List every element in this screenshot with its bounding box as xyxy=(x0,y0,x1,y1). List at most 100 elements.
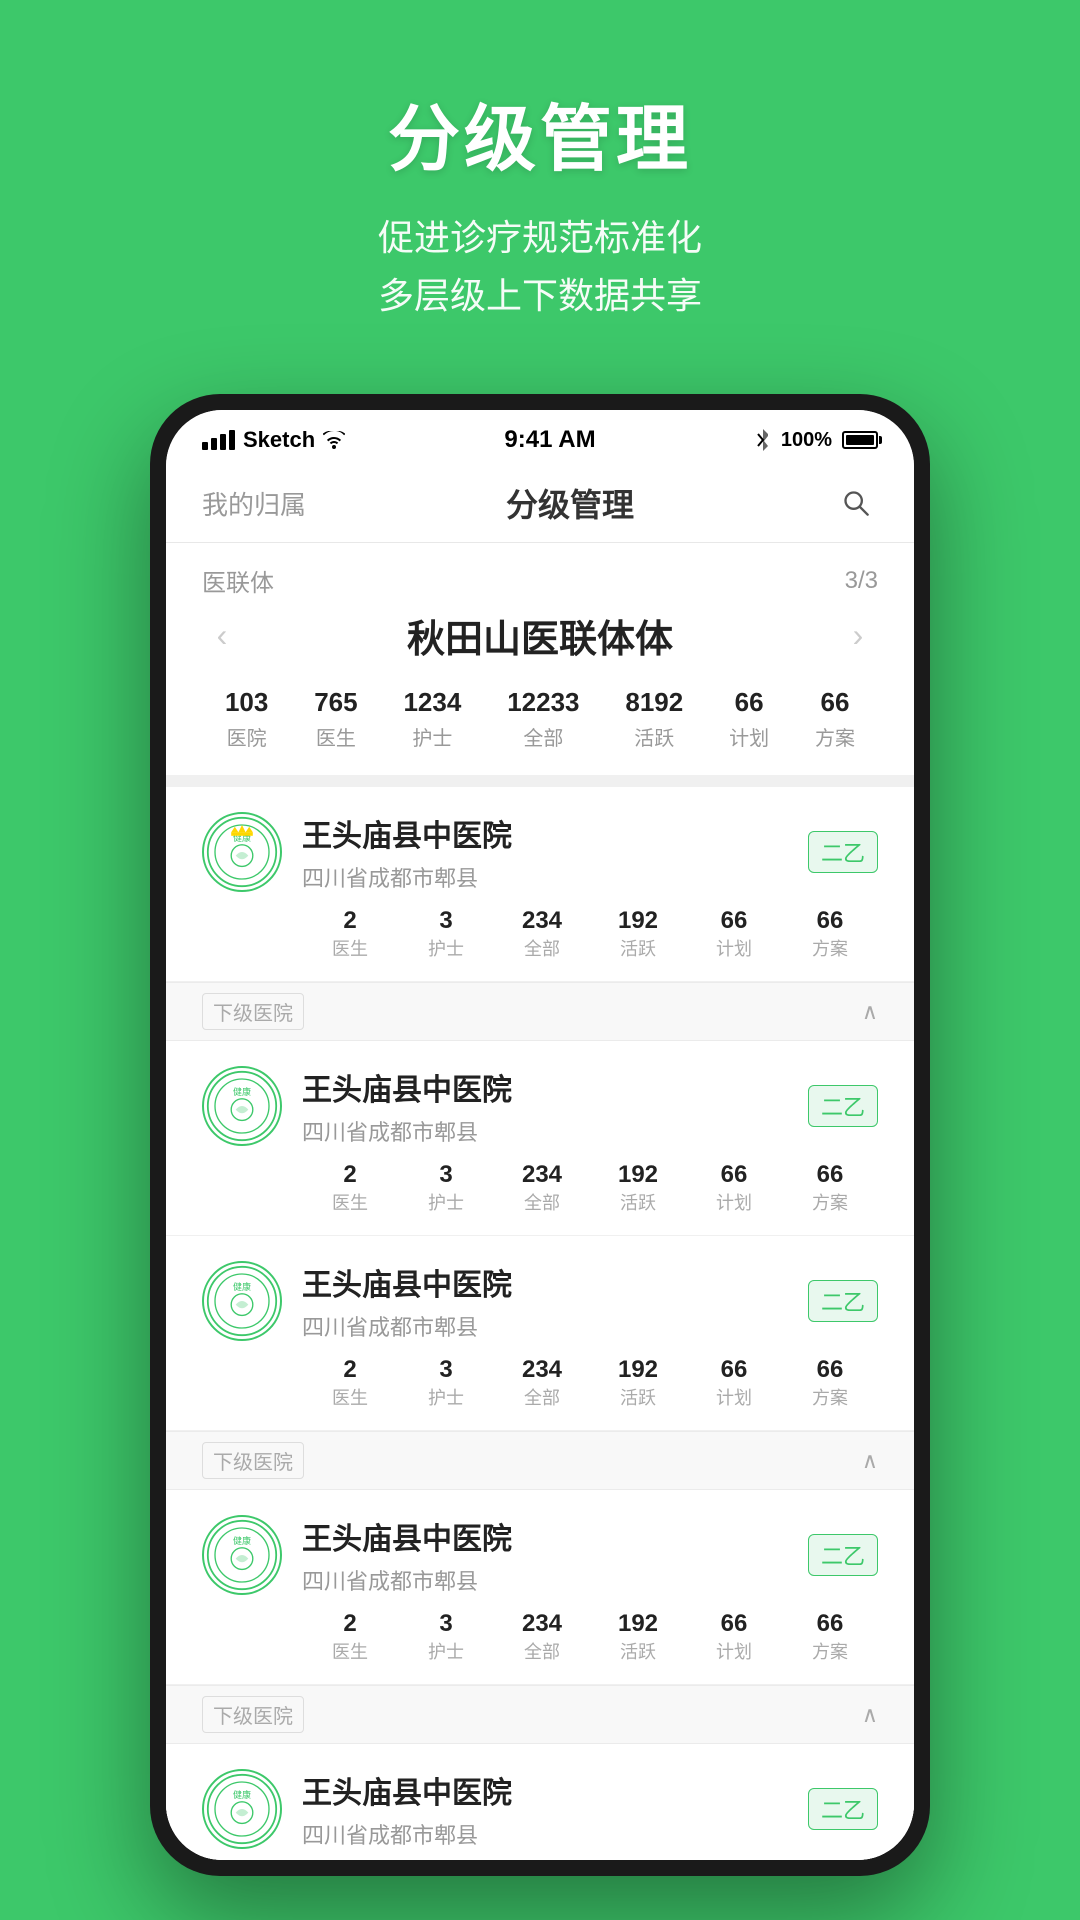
alliance-page: 3/3 xyxy=(845,567,878,595)
hospital-name-3: 王头庙县中医院 xyxy=(302,1260,788,1304)
battery-icon xyxy=(842,431,878,449)
hospital-card-4[interactable]: 健康 王头庙县中医院 四川省成都市郫县 二乙 xyxy=(166,1490,914,1685)
page-subtitle: 促进诊疗规范标准化 多层级上下数据共享 xyxy=(40,209,1040,324)
page-header: 分级管理 促进诊疗规范标准化 多层级上下数据共享 xyxy=(0,0,1080,364)
hospital-badge-1: 二乙 xyxy=(808,831,878,873)
signal-bar-2 xyxy=(211,438,217,450)
alliance-nav: ‹ 秋田山医联体体 › xyxy=(202,608,878,663)
hospital-logo-svg-5: 健康 xyxy=(206,1773,278,1845)
hospital-main-2: 健康 王头庙县中医院 四川省成都市郫县 二乙 xyxy=(202,1065,878,1147)
hospital-address-2: 四川省成都市郫县 xyxy=(302,1115,788,1147)
sub-divider-3[interactable]: 下级医院 ∧ xyxy=(166,1685,914,1744)
hospital-name-1: 王头庙县中医院 xyxy=(302,811,788,855)
stat-plan-label: 计划 xyxy=(729,722,769,751)
hospital-logo-5: 健康 xyxy=(202,1769,282,1849)
hospital-stats-2: 2 医生 3 护士 234 全部 192 活跃 xyxy=(302,1161,878,1215)
hospital-stats-4: 2 医生 3 护士 234 全部 192 活跃 xyxy=(302,1610,878,1664)
hospital-name-2: 王头庙县中医院 xyxy=(302,1065,788,1109)
stat-doctors: 765 医生 xyxy=(314,687,357,751)
hospital-badge-4: 二乙 xyxy=(808,1534,878,1576)
svg-text:健康: 健康 xyxy=(233,1535,251,1546)
hospital-logo-svg-2: 健康 xyxy=(206,1070,278,1142)
search-icon xyxy=(842,489,870,517)
hospital-logo-svg-1: 健康 xyxy=(206,816,278,888)
stat-active-label: 活跃 xyxy=(634,722,674,751)
status-bar: Sketch 9:41 AM 100% xyxy=(166,410,914,464)
nav-bar: 我的归属 分级管理 xyxy=(166,464,914,543)
collapse-icon-3[interactable]: ∧ xyxy=(862,1702,878,1728)
sub-divider-1[interactable]: 下级医院 ∧ xyxy=(166,982,914,1041)
h1-stat-nurses: 3 护士 xyxy=(398,907,494,961)
hospital-name-4: 王头庙县中医院 xyxy=(302,1514,788,1558)
hospital-address-4: 四川省成都市郫县 xyxy=(302,1564,788,1596)
hospital-card-5[interactable]: 健康 王头庙县中医院 四川省成都市郫县 二乙 xyxy=(166,1744,914,1860)
h1-stat-all: 234 全部 xyxy=(494,907,590,961)
collapse-icon-1[interactable]: ∧ xyxy=(862,999,878,1025)
alliance-label: 医联体 xyxy=(202,563,274,598)
sub-label-2: 下级医院 xyxy=(202,1442,304,1479)
hospital-main-5: 健康 王头庙县中医院 四川省成都市郫县 二乙 xyxy=(202,1768,878,1850)
stat-nurses-label: 护士 xyxy=(412,722,452,751)
page-title-main: 分级管理 xyxy=(40,80,1040,185)
sub-divider-2[interactable]: 下级医院 ∧ xyxy=(166,1431,914,1490)
hospital-card-3[interactable]: 健康 王头庙县中医院 四川省成都市郫县 二乙 xyxy=(166,1236,914,1431)
hospital-info-1: 王头庙县中医院 四川省成都市郫县 xyxy=(302,811,788,893)
back-button[interactable]: 我的归属 xyxy=(202,485,306,522)
stat-hospitals: 103 医院 xyxy=(225,687,268,751)
signal-bar-4 xyxy=(229,430,235,450)
next-arrow[interactable]: › xyxy=(838,617,878,654)
hospital-logo-4: 健康 xyxy=(202,1515,282,1595)
stat-plan-value: 66 xyxy=(735,687,764,718)
stat-hospitals-label: 医院 xyxy=(227,722,267,751)
alliance-header: 医联体 3/3 xyxy=(202,563,878,598)
hospital-main-1: 健康 王头庙县中医院 四 xyxy=(202,811,878,893)
hospital-info-4: 王头庙县中医院 四川省成都市郫县 xyxy=(302,1514,788,1596)
hospital-info-5: 王头庙县中医院 四川省成都市郫县 xyxy=(302,1768,788,1850)
hospital-stats-1: 2 医生 3 护士 234 全部 192 活跃 xyxy=(302,907,878,961)
hospital-info-3: 王头庙县中医院 四川省成都市郫县 xyxy=(302,1260,788,1342)
hospital-list: 健康 王头庙县中医院 四 xyxy=(166,787,914,1860)
h1-stat-doctors: 2 医生 xyxy=(302,907,398,961)
alliance-name: 秋田山医联体体 xyxy=(242,608,838,663)
signal-bar-3 xyxy=(220,434,226,450)
carrier-label: Sketch xyxy=(243,427,315,453)
signal-bars xyxy=(202,430,235,450)
hospital-badge-2: 二乙 xyxy=(808,1085,878,1127)
battery-fill xyxy=(846,435,874,445)
hospital-badge-3: 二乙 xyxy=(808,1280,878,1322)
status-left: Sketch xyxy=(202,427,345,453)
sub-label-3: 下级医院 xyxy=(202,1696,304,1733)
hospital-badge-5: 二乙 xyxy=(808,1788,878,1830)
sub-label-1: 下级医院 xyxy=(202,993,304,1030)
hospital-name-5: 王头庙县中医院 xyxy=(302,1768,788,1812)
stat-nurses-value: 1234 xyxy=(403,687,461,718)
hospital-logo-1: 健康 xyxy=(202,812,282,892)
svg-text:健康: 健康 xyxy=(233,1281,251,1292)
status-right: 100% xyxy=(755,429,878,452)
hospital-card-1[interactable]: 健康 王头庙县中医院 四 xyxy=(166,787,914,982)
stat-hospitals-value: 103 xyxy=(225,687,268,718)
stat-active: 8192 活跃 xyxy=(625,687,683,751)
battery-percent: 100% xyxy=(781,429,832,452)
h1-stat-plan: 66 计划 xyxy=(686,907,782,961)
hospital-card-2[interactable]: 健康 王头庙县中医院 四川省成都市郫县 二乙 xyxy=(166,1041,914,1236)
hospital-logo-2: 健康 xyxy=(202,1066,282,1146)
nav-title: 分级管理 xyxy=(506,480,634,526)
stat-doctors-value: 765 xyxy=(314,687,357,718)
svg-text:健康: 健康 xyxy=(233,1086,251,1097)
stat-scheme: 66 方案 xyxy=(815,687,855,751)
battery-container xyxy=(842,431,878,449)
content-area: 医联体 3/3 ‹ 秋田山医联体体 › 103 医院 765 医生 xyxy=(166,543,914,1860)
stat-scheme-label: 方案 xyxy=(815,722,855,751)
collapse-icon-2[interactable]: ∧ xyxy=(862,1448,878,1474)
search-button[interactable] xyxy=(834,481,878,525)
hospital-logo-svg-4: 健康 xyxy=(206,1519,278,1591)
hospital-logo-3: 健康 xyxy=(202,1261,282,1341)
phone-frame: Sketch 9:41 AM 100% xyxy=(150,394,930,1876)
prev-arrow[interactable]: ‹ xyxy=(202,617,242,654)
alliance-card: 医联体 3/3 ‹ 秋田山医联体体 › 103 医院 765 医生 xyxy=(166,543,914,775)
stat-all-label: 全部 xyxy=(523,722,563,751)
stat-active-value: 8192 xyxy=(625,687,683,718)
stat-doctors-label: 医生 xyxy=(316,722,356,751)
phone-screen: Sketch 9:41 AM 100% xyxy=(166,410,914,1860)
